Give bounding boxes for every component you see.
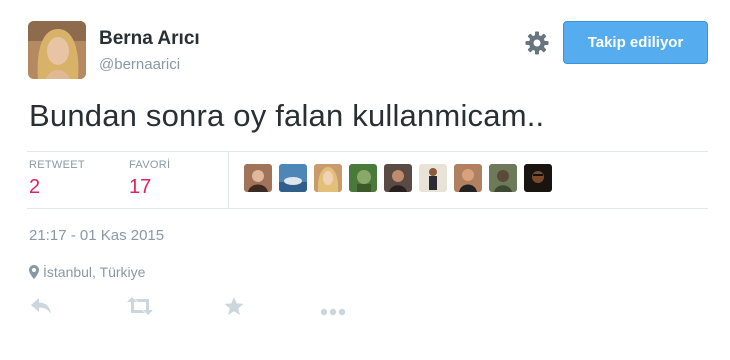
favorite-star-icon[interactable]: [224, 297, 244, 321]
reply-icon[interactable]: [30, 297, 52, 320]
favoriter-avatar[interactable]: [279, 164, 307, 192]
stats-divider: [228, 152, 229, 208]
favoriter-avatar[interactable]: [489, 164, 517, 192]
avatar-photo: [28, 21, 86, 79]
favorite-label[interactable]: FAVORİ: [129, 159, 170, 171]
retweet-icon[interactable]: [127, 297, 153, 320]
user-avatar[interactable]: [28, 21, 86, 79]
divider: [27, 208, 708, 209]
location-pin-icon: [29, 265, 39, 279]
user-handle[interactable]: @bernaarici: [99, 56, 180, 73]
more-icon[interactable]: [320, 303, 346, 321]
favoriter-avatar[interactable]: [384, 164, 412, 192]
favoriter-avatar[interactable]: [244, 164, 272, 192]
user-name[interactable]: Berna Arıcı: [99, 28, 200, 50]
favoriter-avatar[interactable]: [314, 164, 342, 192]
tweet-text: Bundan sonra oy falan kullanmicam..: [29, 98, 545, 133]
divider: [27, 151, 708, 152]
favoriter-avatar[interactable]: [419, 164, 447, 192]
tweet-timestamp[interactable]: 21:17 - 01 Kas 2015: [29, 227, 164, 244]
favoriters-list: [244, 164, 552, 192]
retweet-count[interactable]: 2: [29, 176, 40, 199]
tweet-location[interactable]: İstanbul, Türkiye: [29, 264, 145, 280]
favoriter-avatar[interactable]: [454, 164, 482, 192]
favoriter-avatar[interactable]: [524, 164, 552, 192]
favoriter-avatar[interactable]: [349, 164, 377, 192]
location-text: İstanbul, Türkiye: [43, 264, 146, 280]
retweet-label[interactable]: RETWEET: [29, 159, 85, 171]
favorite-count[interactable]: 17: [129, 176, 151, 199]
following-button[interactable]: Takip ediliyor: [563, 21, 708, 64]
settings-gear-icon[interactable]: [524, 30, 550, 56]
